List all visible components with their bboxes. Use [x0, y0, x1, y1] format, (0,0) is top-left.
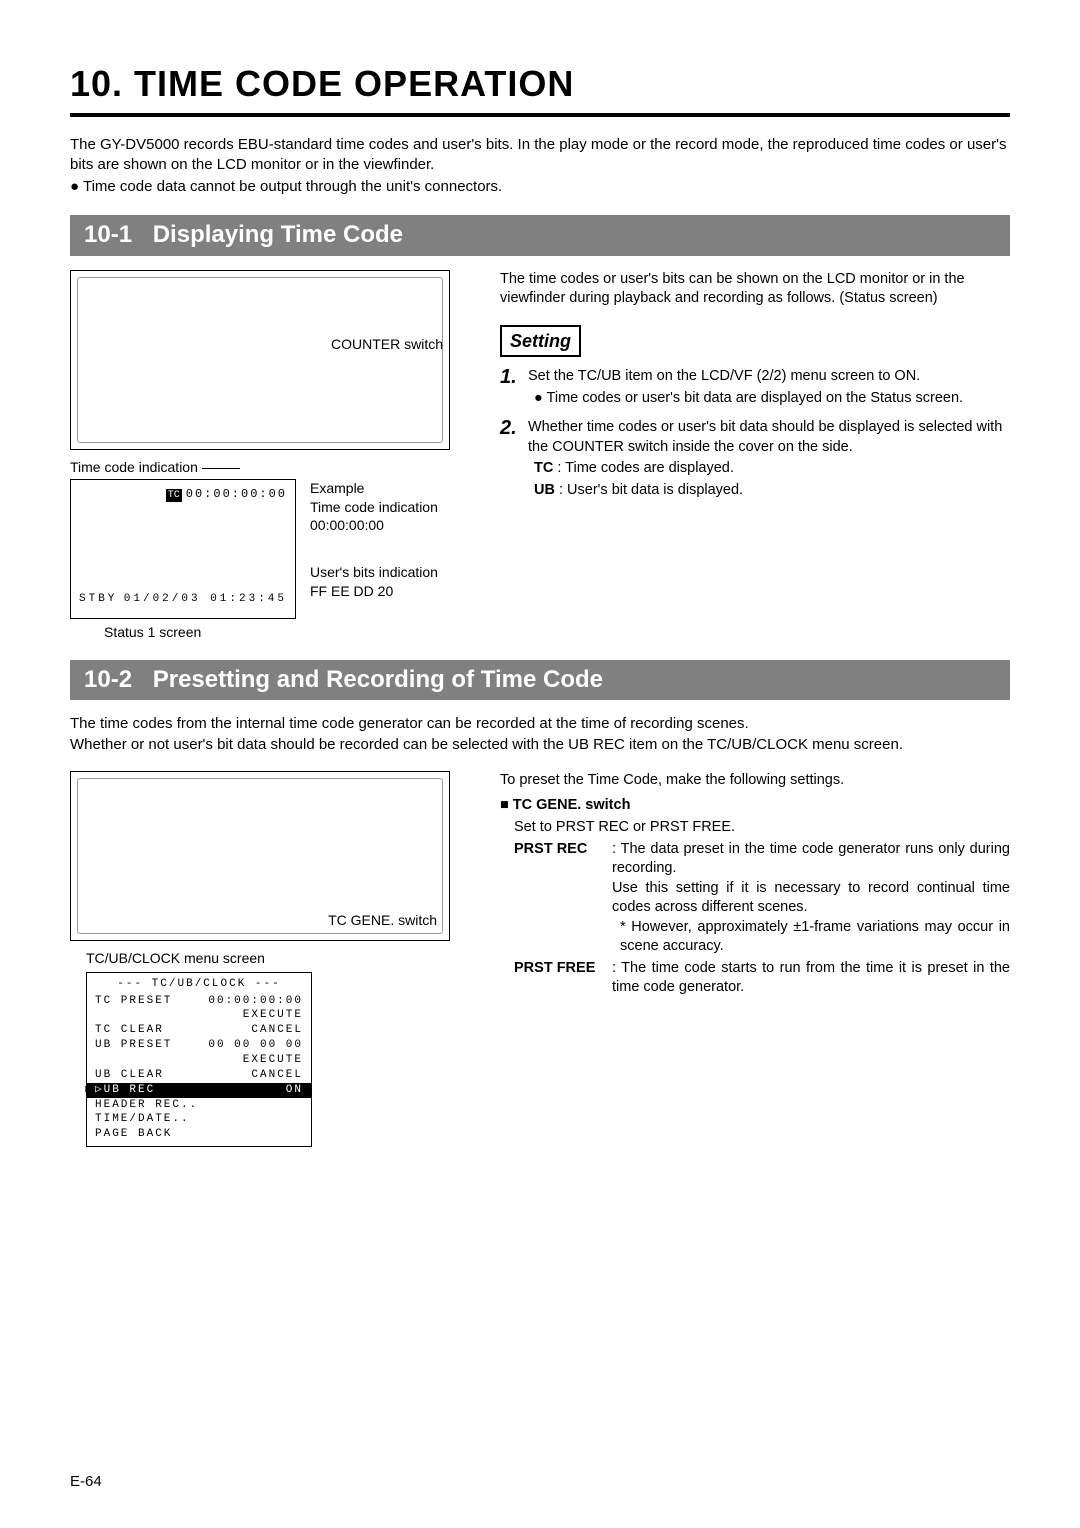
section-10-2-heading: 10-2 Presetting and Recording of Time Co… [70, 660, 1010, 700]
step-1-bullet: Time codes or user's bit data are displa… [534, 389, 1010, 409]
stby-date: 01/02/03 01:23:45 [124, 592, 287, 607]
step-2-number: 2. [500, 418, 522, 500]
menu-row: PAGE BACK [87, 1127, 311, 1142]
example-label: Example [310, 479, 438, 498]
prst-free-text: : The time code starts to run from the t… [612, 959, 1010, 998]
prst-free-key: PRST FREE [514, 959, 604, 998]
menu-row: ▷UB RECON [87, 1083, 311, 1098]
step-2-tc: TC : Time codes are displayed. [534, 459, 1010, 479]
tc-ub-clock-menu: --- TC/UB/CLOCK --- TC PRESET00:00:00:00… [86, 972, 312, 1147]
example-ub-label: User's bits indication [310, 563, 438, 582]
step-1-number: 1. [500, 367, 522, 408]
example-tc-value: 00:00:00:00 [310, 516, 438, 535]
example-ub-value: FF EE DD 20 [310, 582, 438, 601]
tc-gene-switch-callout: TC GENE. switch [328, 911, 437, 930]
prst-rec-row: PRST REC : The data preset in the time c… [514, 840, 1010, 957]
step-2-ub: UB : User's bit data is displayed. [534, 481, 1010, 501]
chapter-title: 10. TIME CODE OPERATION [70, 60, 1010, 117]
menu-row: HEADER REC.. [87, 1098, 311, 1113]
section-10-1-right-intro: The time codes or user's bits can be sho… [500, 270, 1010, 309]
intro-bullet-1: Time code data cannot be output through … [70, 177, 1010, 197]
intro-paragraph-1: The GY-DV5000 records EBU-standard time … [70, 135, 1010, 176]
menu-row: UB PRESET00 00 00 00 [87, 1038, 311, 1053]
section-10-1-number: 10-1 [84, 221, 132, 248]
intro-block: The GY-DV5000 records EBU-standard time … [70, 135, 1010, 198]
preset-intro: To preset the Time Code, make the follow… [500, 771, 1010, 791]
tc-gene-switch-heading: TC GENE. switch [500, 796, 1010, 816]
menu-row: EXECUTE [87, 1008, 311, 1023]
tc-value: 00:00:00:00 [186, 487, 287, 501]
counter-switch-callout: COUNTER switch [331, 335, 443, 354]
step-2: 2. Whether time codes or user's bit data… [500, 418, 1010, 500]
setting-heading: Setting [500, 325, 581, 357]
prst-free-row: PRST FREE : The time code starts to run … [514, 959, 1010, 998]
prst-rec-text: : The data preset in the time code gener… [612, 841, 1010, 877]
prst-rec-use: Use this setting if it is necessary to r… [612, 880, 1010, 916]
prst-rec-key: PRST REC [514, 840, 604, 957]
section-10-2-intro: The time codes from the internal time co… [70, 714, 1010, 755]
menu-title: --- TC/UB/CLOCK --- [87, 977, 311, 992]
menu-row: TC PRESET00:00:00:00 [87, 994, 311, 1009]
step-2-text: Whether time codes or user's bit data sh… [528, 419, 1002, 455]
section-10-1-heading: 10-1 Displaying Time Code [70, 215, 1010, 255]
menu-row: TC CLEARCANCEL [87, 1023, 311, 1038]
status-1-screen: TC 00:00:00:00 STBY 01/02/03 01:23:45 [70, 479, 296, 619]
stby-label: STBY [79, 592, 117, 607]
tc-badge: TC [166, 489, 182, 503]
menu-caption: TC/UB/CLOCK menu screen [86, 949, 470, 968]
set-to-text: Set to PRST REC or PRST FREE. [514, 818, 1010, 838]
step-1-text: Set the TC/UB item on the LCD/VF (2/2) m… [528, 368, 920, 384]
menu-row: EXECUTE [87, 1053, 311, 1068]
section-10-2-number: 10-2 [84, 666, 132, 693]
step-1: 1. Set the TC/UB item on the LCD/VF (2/2… [500, 367, 1010, 408]
status-1-caption: Status 1 screen [104, 623, 470, 642]
example-tc-label: Time code indication [310, 498, 438, 517]
section-10-1-title: Displaying Time Code [153, 221, 403, 248]
section-10-2-title: Presetting and Recording of Time Code [153, 666, 603, 693]
time-code-indication-label: Time code indication [70, 458, 470, 477]
menu-row: TIME/DATE.. [87, 1112, 311, 1127]
page-number: E-64 [70, 1472, 102, 1492]
camera-diagram-2: TC GENE. switch [70, 771, 450, 941]
prst-rec-star: * However, approximately ±1-frame variat… [620, 918, 1010, 957]
menu-row: UB CLEARCANCEL [87, 1068, 311, 1083]
camera-diagram-1: COUNTER switch [70, 270, 450, 450]
